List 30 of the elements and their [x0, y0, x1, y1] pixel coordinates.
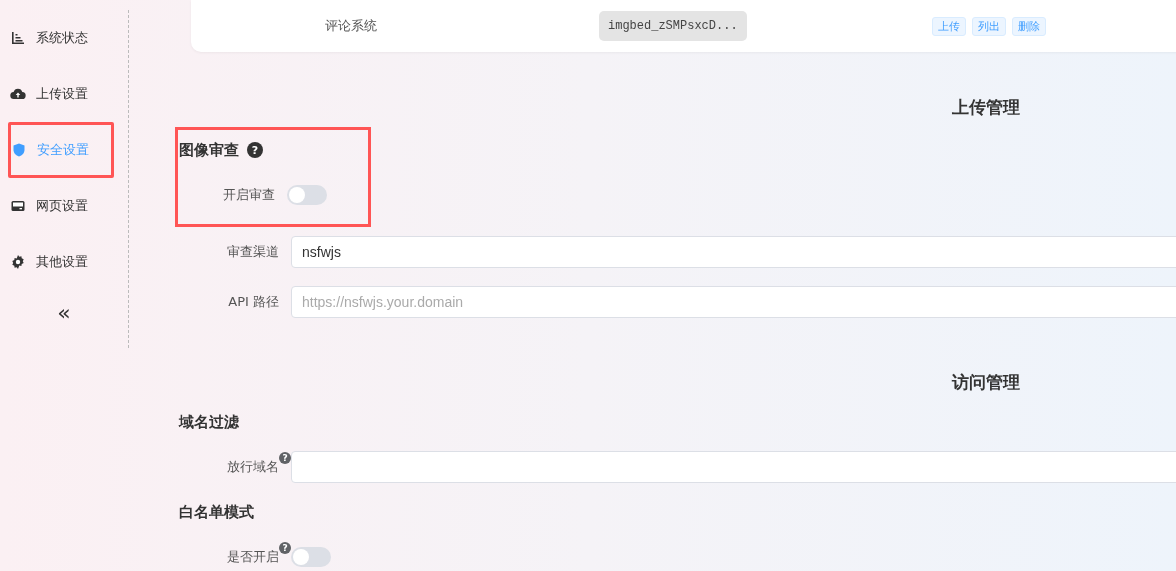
field-label: 是否开启 — [227, 548, 279, 566]
group-title: 域名过滤 — [179, 412, 239, 432]
sidebar-item[interactable]: 上传设置 — [0, 66, 114, 122]
chart-icon — [10, 30, 26, 46]
field-label: API 路径 — [228, 293, 279, 311]
sidebar-item[interactable]: 其他设置 — [0, 234, 114, 290]
help-icon[interactable]: ? — [279, 542, 291, 554]
toggle-switch[interactable] — [291, 547, 331, 567]
section-title: 上传管理 — [951, 96, 1021, 119]
input-field[interactable] — [291, 451, 1176, 483]
help-icon[interactable]: ? — [247, 142, 263, 158]
help-icon[interactable]: ? — [279, 452, 291, 464]
sidebar-item[interactable]: 网页设置 — [0, 178, 114, 234]
cloud-upload-icon — [10, 86, 26, 102]
toggle-switch[interactable] — [287, 185, 327, 205]
token-name: 评论系统 — [325, 17, 377, 35]
input-field[interactable]: https://nsfwjs.your.domain — [291, 286, 1176, 318]
section-title: 访问管理 — [950, 371, 1021, 394]
settings-icon — [10, 254, 26, 270]
group-title: 图像审查 — [179, 140, 239, 160]
field-label: 审查渠道 — [227, 243, 279, 261]
shield-icon — [11, 142, 27, 158]
input-field[interactable]: nsfwjs — [291, 236, 1176, 268]
token-value: imgbed_zSMPsxcD... — [599, 11, 747, 41]
collapse-button[interactable]: « — [51, 300, 77, 325]
field-label: 开启审查 — [223, 186, 275, 204]
field-label: 放行域名 — [227, 458, 279, 476]
group-title: 白名单模式 — [179, 502, 254, 522]
sidebar-item[interactable]: 系统状态 — [0, 10, 114, 66]
screen-icon — [10, 198, 26, 214]
